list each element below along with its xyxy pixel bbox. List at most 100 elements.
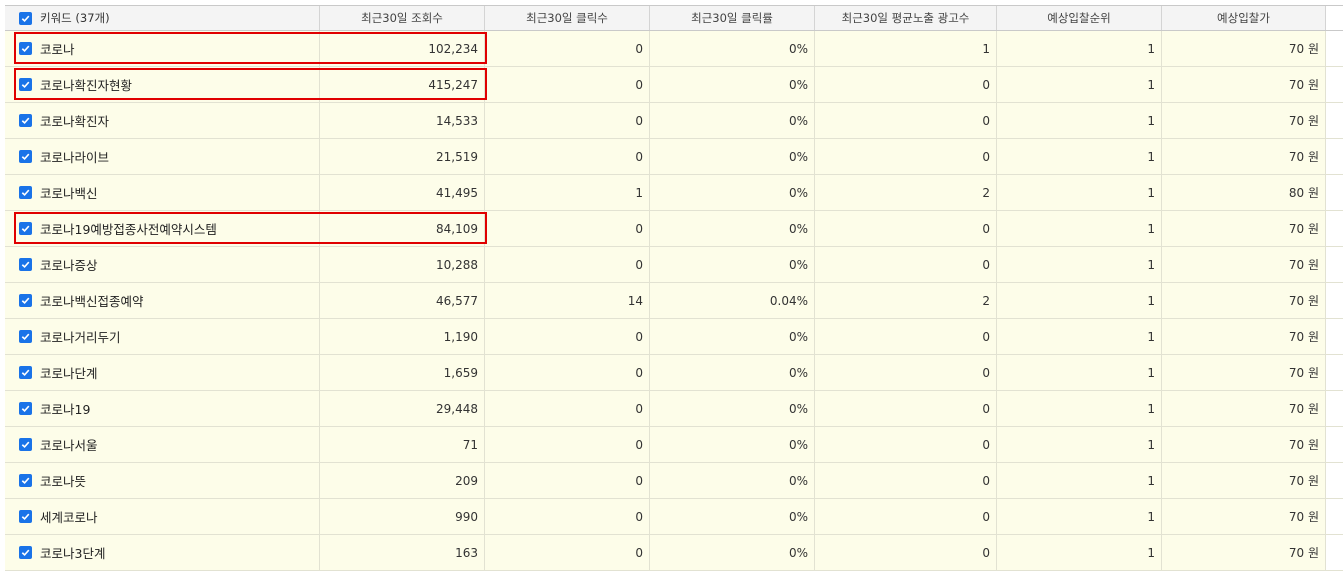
header-ctr[interactable]: 최근30일 클릭률 [650,6,815,30]
table-row[interactable]: 코로나확진자현황 415,247 0 0% 0 1 70 원 [5,67,1343,103]
keyword-text: 코로나백신 [40,186,98,201]
est-rank-cell: 1 [997,211,1162,246]
scroll-spacer [1326,355,1343,390]
avg-ads-cell: 1 [815,31,997,66]
table-row[interactable]: 코로나백신접종예약 46,577 14 0.04% 2 1 70 원 [5,283,1343,319]
row-checkbox[interactable] [19,78,32,91]
ctr-cell: 0% [650,211,815,246]
table-row[interactable]: 코로나백신 41,495 1 0% 2 1 80 원 [5,175,1343,211]
table-row[interactable]: 세계코로나 990 0 0% 0 1 70 원 [5,499,1343,535]
row-checkbox[interactable] [19,186,32,199]
header-clicks[interactable]: 최근30일 클릭수 [485,6,650,30]
checkmark-icon [21,405,30,413]
clicks-cell: 0 [485,211,650,246]
est-bid-cell: 70 원 [1162,463,1326,498]
checkmark-icon [21,45,30,53]
scroll-spacer [1326,319,1343,354]
scroll-spacer [1326,427,1343,462]
views-cell: 10,288 [320,247,485,282]
row-checkbox[interactable] [19,402,32,415]
keyword-text: 코로나라이브 [40,150,110,165]
header-est-rank[interactable]: 예상입찰순위 [997,6,1162,30]
scroll-spacer [1326,211,1343,246]
clicks-cell: 0 [485,355,650,390]
keyword-text: 코로나3단계 [40,546,106,561]
est-bid-cell: 70 원 [1162,211,1326,246]
est-rank-cell: 1 [997,67,1162,102]
row-checkbox[interactable] [19,474,32,487]
scroll-spacer [1326,499,1343,534]
row-checkbox[interactable] [19,222,32,235]
est-rank-cell: 1 [997,427,1162,462]
row-checkbox[interactable] [19,330,32,343]
avg-ads-cell: 0 [815,427,997,462]
header-views[interactable]: 최근30일 조회수 [320,6,485,30]
checkmark-icon [21,261,30,269]
scroll-spacer [1326,463,1343,498]
ctr-cell: 0% [650,499,815,534]
avg-ads-cell: 0 [815,319,997,354]
header-est-bid[interactable]: 예상입찰가 [1162,6,1326,30]
row-checkbox[interactable] [19,150,32,163]
scroll-spacer [1326,103,1343,138]
keyword-cell: 코로나3단계 [5,535,320,570]
ctr-cell: 0% [650,175,815,210]
est-rank-cell: 1 [997,319,1162,354]
table-row[interactable]: 코로나19예방접종사전예약시스템 84,109 0 0% 0 1 70 원 [5,211,1343,247]
ctr-cell: 0% [650,139,815,174]
table-row[interactable]: 코로나서울 71 0 0% 0 1 70 원 [5,427,1343,463]
table-row[interactable]: 코로나19 29,448 0 0% 0 1 70 원 [5,391,1343,427]
avg-ads-cell: 2 [815,283,997,318]
scroll-spacer [1326,175,1343,210]
clicks-cell: 0 [485,31,650,66]
est-rank-cell: 1 [997,283,1162,318]
ctr-cell: 0% [650,103,815,138]
keyword-text: 코로나백신접종예약 [40,294,144,309]
clicks-cell: 0 [485,319,650,354]
checkmark-icon [21,513,30,521]
est-bid-cell: 70 원 [1162,103,1326,138]
views-cell: 1,659 [320,355,485,390]
views-cell: 71 [320,427,485,462]
keyword-cell: 세계코로나 [5,499,320,534]
est-rank-cell: 1 [997,355,1162,390]
ctr-cell: 0% [650,427,815,462]
clicks-cell: 0 [485,247,650,282]
header-keyword-label: 키워드 (37개) [40,11,110,25]
select-all-checkbox[interactable] [19,11,32,25]
table-row[interactable]: 코로나거리두기 1,190 0 0% 0 1 70 원 [5,319,1343,355]
est-bid-cell: 70 원 [1162,499,1326,534]
table-row[interactable]: 코로나뜻 209 0 0% 0 1 70 원 [5,463,1343,499]
keyword-text: 코로나증상 [40,258,98,273]
avg-ads-cell: 0 [815,463,997,498]
header-avg-ads[interactable]: 최근30일 평균노출 광고수 [815,6,997,30]
est-rank-cell: 1 [997,499,1162,534]
row-checkbox[interactable] [19,42,32,55]
row-checkbox[interactable] [19,438,32,451]
row-checkbox[interactable] [19,510,32,523]
row-checkbox[interactable] [19,366,32,379]
ctr-cell: 0% [650,67,815,102]
table-row[interactable]: 코로나단계 1,659 0 0% 0 1 70 원 [5,355,1343,391]
est-bid-cell: 70 원 [1162,31,1326,66]
views-cell: 41,495 [320,175,485,210]
avg-ads-cell: 0 [815,535,997,570]
avg-ads-cell: 0 [815,499,997,534]
table-row[interactable]: 코로나증상 10,288 0 0% 0 1 70 원 [5,247,1343,283]
row-checkbox[interactable] [19,114,32,127]
table-row[interactable]: 코로나 102,234 0 0% 1 1 70 원 [5,31,1343,67]
row-checkbox[interactable] [19,258,32,271]
keyword-cell: 코로나19예방접종사전예약시스템 [5,211,320,246]
est-rank-cell: 1 [997,247,1162,282]
table-row[interactable]: 코로나라이브 21,519 0 0% 0 1 70 원 [5,139,1343,175]
views-cell: 415,247 [320,67,485,102]
table-row[interactable]: 코로나확진자 14,533 0 0% 0 1 70 원 [5,103,1343,139]
keyword-cell: 코로나확진자 [5,103,320,138]
checkmark-icon [21,549,30,557]
keyword-cell: 코로나19 [5,391,320,426]
views-cell: 84,109 [320,211,485,246]
row-checkbox[interactable] [19,546,32,559]
est-rank-cell: 1 [997,391,1162,426]
table-row[interactable]: 코로나3단계 163 0 0% 0 1 70 원 [5,535,1343,571]
row-checkbox[interactable] [19,294,32,307]
